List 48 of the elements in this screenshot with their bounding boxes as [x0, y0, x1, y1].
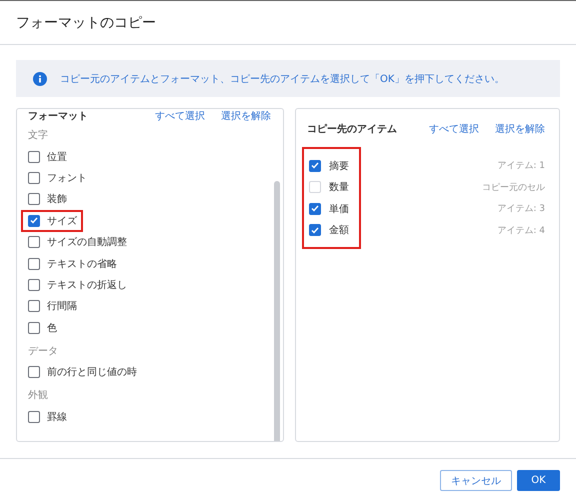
- source-label: アイテム: 1: [497, 160, 545, 172]
- panel-title: コピー先のアイテム: [307, 122, 398, 136]
- item-label: 単価: [329, 202, 349, 216]
- deselect-all-link[interactable]: 選択を解除: [495, 122, 545, 136]
- section-label: 外観: [28, 388, 48, 402]
- option-label: サイズの自動調整: [47, 236, 127, 250]
- select-all-link[interactable]: すべて選択: [429, 122, 479, 136]
- option-label: 位置: [47, 150, 67, 164]
- deselect-all-link[interactable]: 選択を解除: [221, 109, 271, 123]
- option-label: 行間隔: [47, 300, 77, 314]
- checkbox[interactable]: [28, 236, 40, 248]
- info-text: コピー元のアイテムとフォーマット、コピー先のアイテムを選択して「OK」を押下してください。: [60, 72, 504, 86]
- checkbox[interactable]: [28, 300, 40, 312]
- checkbox[interactable]: [309, 224, 321, 236]
- checkbox[interactable]: [28, 214, 40, 227]
- option-label: テキストの省略: [47, 258, 117, 271]
- option-label: 色: [47, 322, 57, 335]
- info-icon: [33, 72, 47, 86]
- panel-title: フォーマット: [28, 110, 89, 123]
- checkbox[interactable]: [28, 150, 40, 163]
- source-label: コピー元のセル: [482, 182, 545, 194]
- select-all-link[interactable]: すべて選択: [155, 109, 205, 123]
- item-label: 金額: [329, 224, 349, 238]
- cancel-button[interactable]: キャンセル: [440, 470, 512, 491]
- dialog-title: フォーマットのコピー: [16, 14, 156, 32]
- scrollbar[interactable]: [274, 181, 280, 441]
- option-label: サイズ: [47, 214, 77, 228]
- option-label: フォント: [47, 172, 87, 186]
- checkbox[interactable]: [28, 172, 40, 184]
- option-label: 罫線: [47, 410, 67, 424]
- checkbox[interactable]: [28, 258, 40, 270]
- checkbox[interactable]: [309, 202, 321, 215]
- ok-button[interactable]: OK: [517, 470, 560, 491]
- option-label: 装飾: [47, 192, 67, 206]
- checkbox[interactable]: [28, 322, 40, 334]
- checkbox[interactable]: [28, 366, 40, 378]
- item-label: 摘要: [329, 160, 349, 173]
- section-label: データ: [28, 344, 58, 358]
- source-label: アイテム: 3: [497, 203, 545, 216]
- checkbox[interactable]: [28, 193, 40, 206]
- section-label: 文字: [28, 128, 48, 142]
- option-label: 前の行と同じ値の時: [47, 366, 137, 380]
- checkbox[interactable]: [309, 160, 321, 172]
- option-label: テキストの折返し: [47, 278, 127, 292]
- item-label: 数量: [329, 181, 349, 194]
- source-label: アイテム: 4: [497, 224, 545, 237]
- checkbox[interactable]: [28, 279, 40, 292]
- checkbox[interactable]: [28, 410, 40, 423]
